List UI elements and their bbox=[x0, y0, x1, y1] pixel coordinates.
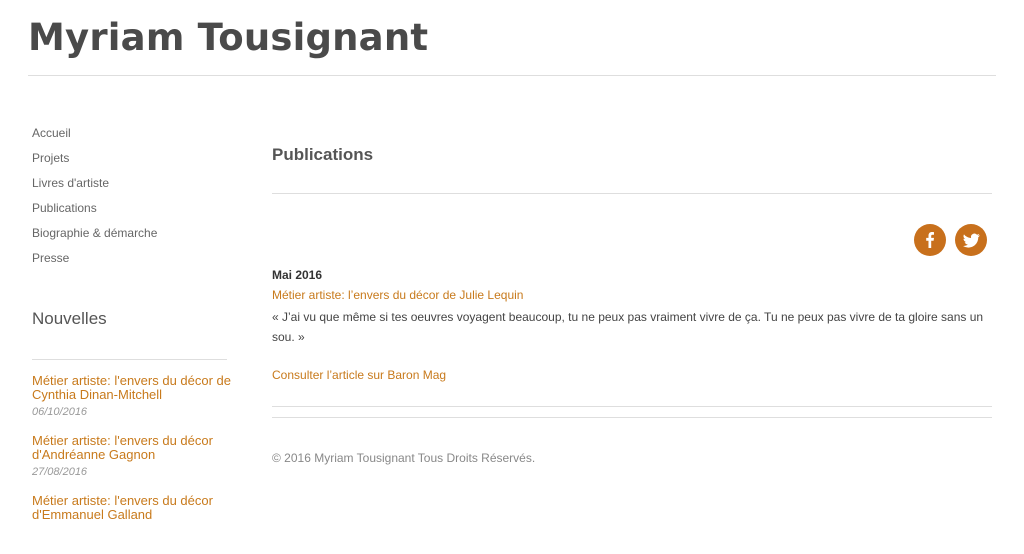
twitter-share-button[interactable] bbox=[955, 224, 987, 256]
nav-item-biographie[interactable]: Biographie & démarche bbox=[32, 224, 157, 249]
news-heading: Nouvelles bbox=[32, 309, 107, 328]
news-item: Métier artiste: l'envers du décor d'Emma… bbox=[32, 494, 232, 554]
footer-divider bbox=[272, 417, 992, 418]
news-list: Métier artiste: l'envers du décor de Cyn… bbox=[32, 374, 232, 554]
news-divider bbox=[32, 359, 227, 360]
nav-item-accueil[interactable]: Accueil bbox=[32, 124, 157, 149]
news-item: Métier artiste: l'envers du décor d'Andr… bbox=[32, 434, 232, 494]
publication-link[interactable]: Métier artiste: l’envers du décor de Jul… bbox=[272, 288, 523, 302]
nav-item-livres-artiste[interactable]: Livres d'artiste bbox=[32, 174, 157, 199]
nav-item-projets[interactable]: Projets bbox=[32, 149, 157, 174]
article-link[interactable]: Consulter l’article sur Baron Mag bbox=[272, 368, 446, 382]
title-divider bbox=[272, 193, 992, 194]
news-item-link[interactable]: Métier artiste: l'envers du décor de Cyn… bbox=[32, 374, 232, 402]
news-item-link[interactable]: Métier artiste: l'envers du décor d'Andr… bbox=[32, 434, 232, 462]
social-share bbox=[914, 224, 987, 256]
content-divider bbox=[272, 406, 992, 407]
main-nav: Accueil Projets Livres d'artiste Publica… bbox=[32, 124, 157, 274]
page-title: Publications bbox=[272, 145, 374, 164]
news-item-date: 27/08/2016 bbox=[32, 466, 88, 478]
nav-item-presse[interactable]: Presse bbox=[32, 249, 157, 274]
facebook-share-button[interactable] bbox=[914, 224, 946, 256]
copyright-text: © 2016 Myriam Tousignant Tous Droits Rés… bbox=[272, 451, 536, 465]
publication-quote: « J’ai vu que même si tes oeuvres voyage… bbox=[272, 310, 984, 344]
news-item-date: 06/10/2016 bbox=[32, 406, 88, 418]
nav-item-publications[interactable]: Publications bbox=[32, 199, 157, 224]
site-title[interactable]: Myriam Tousignant bbox=[28, 16, 428, 59]
news-item: Métier artiste: l'envers du décor de Cyn… bbox=[32, 374, 232, 434]
header-divider bbox=[28, 75, 996, 76]
twitter-icon bbox=[962, 233, 980, 248]
publication-date: Mai 2016 bbox=[272, 268, 323, 282]
facebook-icon bbox=[926, 232, 934, 248]
